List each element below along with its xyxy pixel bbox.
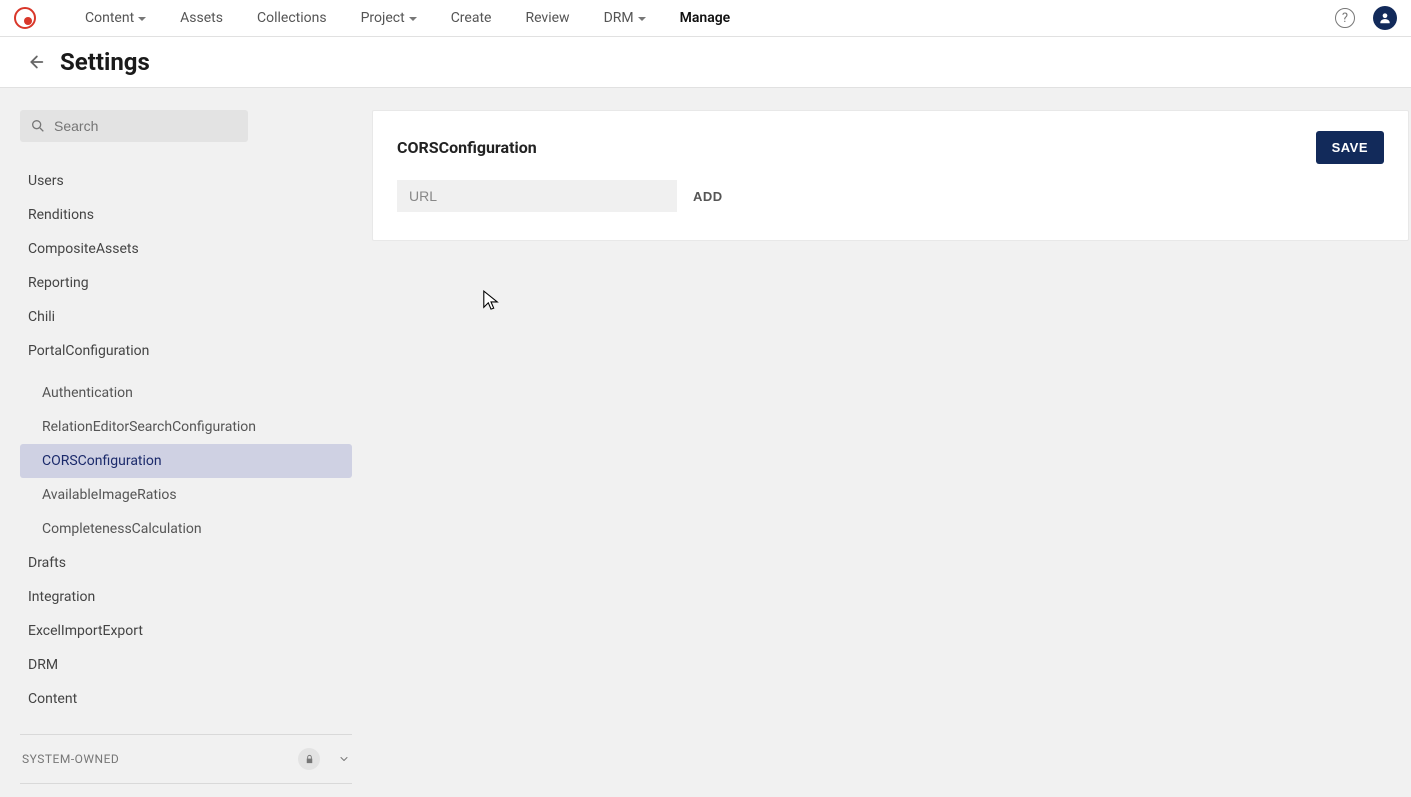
sidebar-item-drm[interactable]: DRM	[20, 648, 352, 682]
nav-drm[interactable]: DRM	[587, 0, 663, 37]
chevron-down-icon	[409, 17, 417, 21]
card-header: CORSConfiguration SAVE	[397, 131, 1384, 164]
nav-label: Project	[361, 0, 405, 37]
card-title: CORSConfiguration	[397, 138, 1316, 157]
sidebar-item-compositeassets[interactable]: CompositeAssets	[20, 232, 352, 266]
help-icon[interactable]: ?	[1335, 8, 1355, 28]
nav-label: Review	[525, 0, 569, 37]
sidebar-subitem-relationeditorsearchconfiguration[interactable]: RelationEditorSearchConfiguration	[20, 410, 352, 444]
sidebar-search[interactable]	[20, 110, 248, 142]
avatar[interactable]	[1373, 6, 1397, 30]
brand-logo[interactable]	[14, 7, 36, 29]
top-nav: Content Assets Collections Project Creat…	[0, 0, 1411, 37]
search-input[interactable]	[54, 118, 238, 134]
sidebar-subitem-authentication[interactable]: Authentication	[20, 376, 352, 410]
nav-label: Assets	[180, 0, 223, 37]
sidebar-subitem-corsconfiguration[interactable]: CORSConfiguration	[20, 444, 352, 478]
sidebar-subitem-completenesscalculation[interactable]: CompletenessCalculation	[20, 512, 352, 546]
url-form-row: ADD	[397, 180, 1384, 212]
sidebar-item-reporting[interactable]: Reporting	[20, 266, 352, 300]
page-title: Settings	[60, 48, 150, 76]
sidebar-item-chili[interactable]: Chili	[20, 300, 352, 334]
sidebar-section-system-owned[interactable]: SYSTEM-OWNED	[20, 735, 352, 784]
nav-collections[interactable]: Collections	[240, 0, 344, 37]
chevron-down-icon	[338, 753, 350, 765]
nav-label: Manage	[680, 0, 731, 37]
nav-label: Create	[451, 0, 492, 37]
main: Users Renditions CompositeAssets Reporti…	[0, 88, 1411, 797]
add-button[interactable]: ADD	[689, 181, 727, 212]
sidebar-item-excelimportexport[interactable]: ExcelImportExport	[20, 614, 352, 648]
sidebar-item-renditions[interactable]: Renditions	[20, 198, 352, 232]
url-input[interactable]	[397, 180, 677, 212]
nav-content[interactable]: Content	[68, 0, 163, 37]
page-header: Settings	[0, 37, 1411, 88]
sidebar-item-integration[interactable]: Integration	[20, 580, 352, 614]
search-icon	[30, 118, 46, 134]
lock-icon	[298, 748, 320, 770]
sidebar-subitem-availableimageratios[interactable]: AvailableImageRatios	[20, 478, 352, 512]
sidebar-group-portalconfiguration: Authentication RelationEditorSearchConfi…	[20, 376, 352, 546]
user-icon	[1378, 11, 1392, 25]
sidebar-item-users[interactable]: Users	[20, 164, 352, 198]
nav-label: DRM	[604, 0, 634, 37]
nav-label: Collections	[257, 0, 327, 37]
sidebar-section-label: SYSTEM-OWNED	[22, 752, 298, 766]
sidebar-item-content[interactable]: Content	[20, 682, 352, 716]
sidebar-item-portalconfiguration[interactable]: PortalConfiguration	[20, 334, 352, 368]
nav-project[interactable]: Project	[344, 0, 434, 37]
chevron-down-icon	[138, 17, 146, 21]
chevron-down-icon	[638, 17, 646, 21]
settings-sidebar: Users Renditions CompositeAssets Reporti…	[0, 88, 372, 797]
back-arrow-icon[interactable]	[24, 51, 46, 73]
nav-items: Content Assets Collections Project Creat…	[68, 0, 747, 37]
nav-label: Content	[85, 0, 134, 37]
sidebar-item-drafts[interactable]: Drafts	[20, 546, 352, 580]
cors-configuration-card: CORSConfiguration SAVE ADD	[372, 110, 1409, 241]
content-area: CORSConfiguration SAVE ADD	[372, 88, 1411, 797]
nav-create[interactable]: Create	[434, 0, 509, 37]
nav-review[interactable]: Review	[508, 0, 586, 37]
topbar-right: ?	[1335, 6, 1397, 30]
nav-assets[interactable]: Assets	[163, 0, 240, 37]
save-button[interactable]: SAVE	[1316, 131, 1384, 164]
nav-manage[interactable]: Manage	[663, 0, 748, 37]
